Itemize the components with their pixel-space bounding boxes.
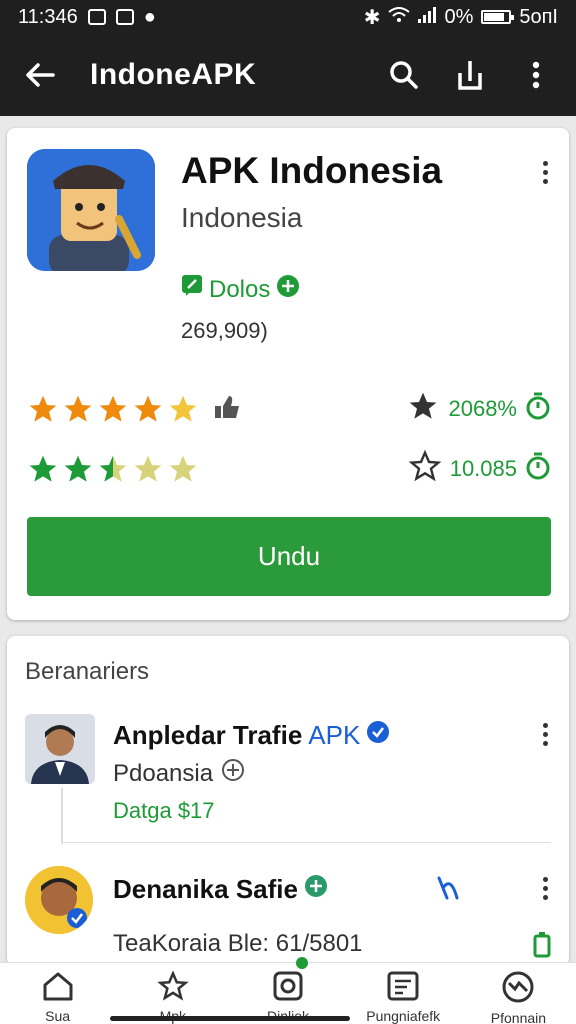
download-count: 269,909): [181, 318, 268, 343]
rating-stat: 10.085: [408, 449, 551, 488]
star-icon: [169, 455, 197, 482]
signal-icon: [418, 6, 437, 29]
star-icon: [64, 395, 92, 422]
rating-stat: 2068%: [406, 390, 551, 428]
star-rating: [27, 453, 199, 485]
battery-status-icon: [533, 932, 551, 963]
item-subtitle: TeaKoraia Ble: 61/5801: [113, 930, 363, 957]
home-indicator[interactable]: [110, 1016, 350, 1021]
status-time: 11:346: [18, 5, 78, 28]
profile-icon: [501, 971, 535, 1006]
battery-fill: [484, 13, 504, 21]
item-menu-icon[interactable]: [533, 716, 557, 752]
star-icon: [64, 455, 92, 482]
bluetooth-icon: ✱: [363, 6, 381, 29]
search-icon[interactable]: [386, 57, 422, 93]
apps-icon: [271, 971, 305, 1004]
divider: [61, 788, 63, 844]
battery-percent: 0%: [444, 5, 474, 28]
item-subtitle: Pdoansia: [113, 758, 245, 789]
item-name: Anpledar Trafie APK: [113, 720, 390, 751]
star-icon: [99, 455, 127, 482]
nav-item-home[interactable]: Sua: [0, 963, 115, 1024]
network-label: 5oпI: [519, 5, 558, 28]
item-menu-icon[interactable]: [533, 870, 557, 906]
timer-icon: [525, 392, 551, 426]
section-title: Beranariers: [25, 658, 150, 685]
item-price: Datga $17: [113, 798, 215, 823]
verified-icon: [366, 720, 390, 751]
list-item[interactable]: Denanika Safie TeaKoraia Ble: 61/5801: [25, 866, 551, 966]
app-bar: IndoneAPK: [0, 34, 576, 116]
wifi-icon: [388, 6, 411, 29]
item-name: Denanika Safie: [113, 874, 328, 905]
app-tag-label: Dolos: [209, 275, 271, 303]
app-menu-icon[interactable]: [533, 154, 557, 190]
star-icon: [169, 395, 197, 422]
star-icon: [134, 455, 162, 482]
star-icon: [99, 395, 127, 422]
star-icon: [29, 455, 57, 482]
nav-item-downloads[interactable]: Dinliek: [230, 957, 345, 1024]
app-name: APK Indonesia: [181, 150, 443, 191]
verified-icon: [304, 874, 328, 905]
star-outline-icon: [406, 390, 440, 428]
avatar: [25, 866, 93, 934]
gallery-notification-icon: [87, 9, 106, 25]
back-arrow-icon[interactable]: [22, 57, 58, 93]
verified-badge-icon: [276, 274, 300, 305]
rating-row: 10.085: [27, 449, 551, 488]
app-publisher[interactable]: Indonesia: [181, 202, 302, 234]
nav-item-apps[interactable]: Mpk: [115, 963, 230, 1024]
app-tag: Dolos: [181, 274, 300, 305]
divider: [61, 842, 551, 843]
share-icon[interactable]: [452, 57, 488, 93]
star-rating: [27, 393, 199, 425]
list-item[interactable]: Anpledar Trafie APK Pdoansia Datga $17: [25, 712, 551, 852]
leaf-badge-icon: [181, 274, 203, 305]
nav-item-updates[interactable]: Pungniafefk: [346, 963, 461, 1024]
app-notification-icon: [115, 9, 134, 25]
item-name-accent: APK: [308, 720, 361, 750]
avatar: [25, 714, 95, 784]
status-bar: 11:346 ● ✱ 0% 5oпI: [0, 0, 576, 34]
battery-icon: [481, 10, 515, 24]
app-detail-card: APK Indonesia Indonesia Dolos 269,909) 2…: [7, 128, 569, 620]
circle-notification-icon: ●: [143, 5, 156, 28]
install-button[interactable]: Undu: [27, 517, 551, 596]
star-icon: [134, 395, 162, 422]
star-outline-icon: [408, 449, 442, 488]
add-circle-icon[interactable]: [221, 758, 245, 789]
star-icon: [29, 395, 57, 422]
rating-stat-value: 10.085: [449, 456, 517, 481]
rating-row: 2068%: [27, 390, 551, 428]
nav-item-profile[interactable]: Pfonnain: [461, 963, 576, 1024]
more-options-icon[interactable]: [518, 57, 554, 93]
thumb-icon: [213, 394, 241, 425]
app-bar-title: IndoneAPK: [90, 58, 257, 91]
home-icon: [41, 971, 75, 1004]
recommendations-card: Beranariers Anpledar Trafie APK Pdoansia: [7, 636, 569, 966]
timer-icon: [525, 452, 551, 486]
updates-icon: [386, 971, 420, 1004]
bottom-navigation: Sua Mpk Dinliek Pungniafefk Pfonnain: [0, 957, 576, 1024]
rating-stat-value: 2068%: [448, 396, 517, 421]
notification-dot: [296, 957, 308, 969]
app-icon[interactable]: [27, 149, 155, 271]
star-icon: [156, 970, 190, 1004]
translate-icon[interactable]: [435, 874, 461, 907]
